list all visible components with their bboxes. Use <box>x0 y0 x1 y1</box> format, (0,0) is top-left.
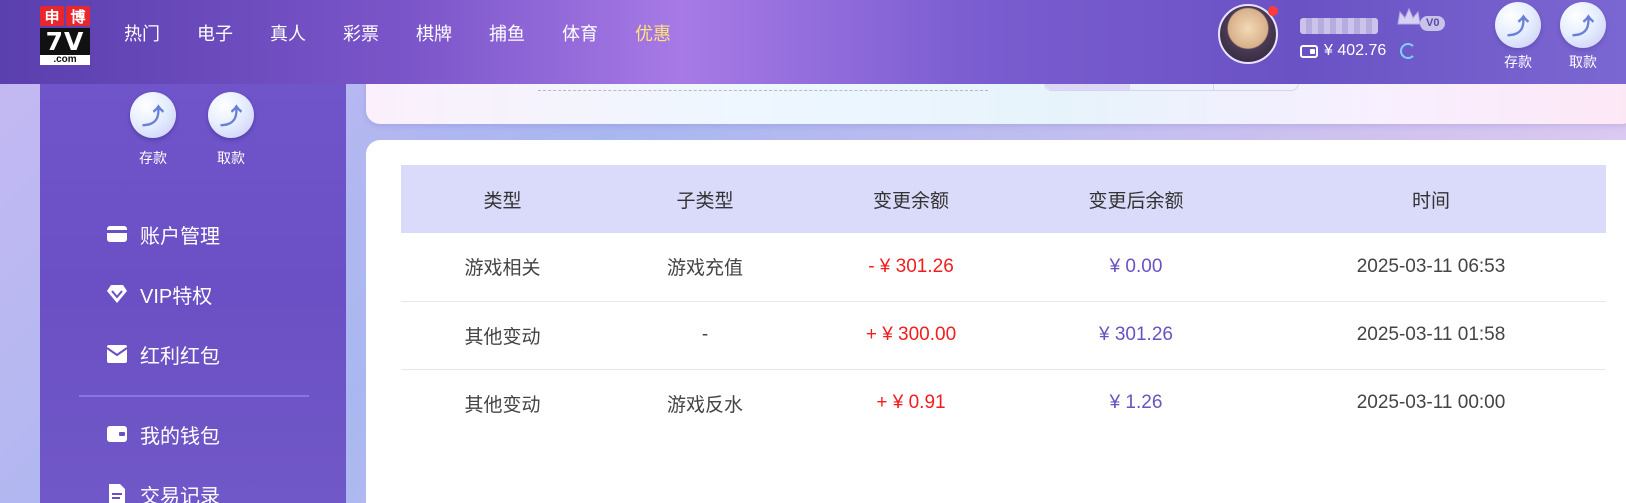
deposit-icon: ⤴ <box>130 92 176 138</box>
nav-promotions[interactable]: 优惠 <box>635 22 671 46</box>
diamond-icon <box>106 283 128 305</box>
sidebar-item-label: 账户管理 <box>140 225 220 248</box>
logo-char-2: 博 <box>66 6 90 26</box>
column-header-subtype: 子类型 <box>676 190 734 212</box>
envelope-icon <box>106 343 128 365</box>
logo-sub: .com <box>40 55 90 65</box>
sidebar-menu: 账户管理 VIP特权 红利红包 <box>106 204 326 384</box>
sidebar-item-bonus[interactable]: 红利红包 <box>106 324 326 384</box>
nav-lottery[interactable]: 彩票 <box>343 22 379 46</box>
sidebar-deposit-label: 存款 <box>139 150 167 166</box>
cell-after: ¥ 1.26 <box>1109 392 1163 414</box>
avatar[interactable] <box>1218 4 1278 64</box>
withdraw-icon: ⤴ <box>1560 2 1606 48</box>
cell-type: 其他变动 <box>464 326 541 348</box>
cell-subtype: - <box>701 324 709 345</box>
column-header-type: 类型 <box>483 190 522 212</box>
sidebar-item-label: VIP特权 <box>140 285 213 308</box>
sidebar-deposit-button[interactable]: ⤴ 存款 <box>130 92 176 168</box>
balance-display: ¥ 402.76 <box>1300 42 1417 60</box>
vip-level-badge: V0 <box>1420 16 1446 31</box>
transactions-card: 类型 子类型 变更余额 变更后余额 时间 游戏相关 游戏充值 - ¥ 301.2… <box>366 140 1626 503</box>
cell-time: 2025-03-11 06:53 <box>1356 255 1506 277</box>
table-row: 其他变动 - + ¥ 300.00 ¥ 301.26 2025-03-11 01… <box>401 301 1606 369</box>
cell-after: ¥ 301.26 <box>1099 324 1173 345</box>
cell-change: + ¥ 0.91 <box>876 392 946 414</box>
cell-time: 2025-03-11 01:58 <box>1356 324 1506 345</box>
sidebar-withdraw-button[interactable]: ⤴ 取款 <box>208 92 254 168</box>
logo-main: 7V <box>40 28 90 55</box>
sidebar-item-label: 我的钱包 <box>140 425 220 448</box>
sidebar-withdraw-label: 取款 <box>217 150 245 166</box>
nav-fishing[interactable]: 捕鱼 <box>489 22 525 46</box>
nav-cards[interactable]: 棋牌 <box>416 22 452 46</box>
column-header-change: 变更余额 <box>872 190 949 212</box>
nav-sports[interactable]: 体育 <box>562 22 598 46</box>
top-header: 申 博 7V .com 热门 电子 真人 彩票 棋牌 捕鱼 体育 优惠 V0 ¥… <box>0 0 1626 84</box>
header-withdraw-button[interactable]: ⤴ 取款 <box>1559 2 1607 72</box>
nav-hot[interactable]: 热门 <box>124 22 160 46</box>
sidebar-item-account[interactable]: 账户管理 <box>106 204 326 264</box>
refresh-icon[interactable] <box>1400 43 1417 59</box>
deposit-icon: ⤴ <box>1495 2 1541 48</box>
sidebar-item-transactions[interactable]: 交易记录 <box>106 464 326 503</box>
nav-slots[interactable]: 电子 <box>197 22 233 46</box>
cell-time: 2025-03-11 00:00 <box>1356 392 1506 414</box>
balance-value: ¥ 402.76 <box>1324 42 1387 59</box>
site-logo[interactable]: 申 博 7V .com <box>40 6 92 65</box>
cell-subtype: 游戏充值 <box>666 258 743 280</box>
wallet-icon <box>1300 44 1318 58</box>
wallet-icon <box>106 423 128 445</box>
document-icon <box>106 483 128 503</box>
card-icon <box>106 223 128 245</box>
notification-dot <box>1268 6 1278 16</box>
main-nav: 热门 电子 真人 彩票 棋牌 捕鱼 体育 优惠 <box>124 22 708 46</box>
column-header-after: 变更后余额 <box>1088 190 1184 212</box>
cell-change: - ¥ 301.26 <box>868 255 954 277</box>
cell-type: 其他变动 <box>464 394 541 416</box>
header-deposit-button[interactable]: ⤴ 存款 <box>1494 2 1542 72</box>
crown-icon <box>1397 7 1421 25</box>
table-header-row: 类型 子类型 变更余额 变更后余额 时间 <box>401 165 1606 233</box>
cell-type: 游戏相关 <box>464 258 541 280</box>
cell-after: ¥ 0.00 <box>1109 255 1163 277</box>
table-row: 游戏相关 游戏充值 - ¥ 301.26 ¥ 0.00 2025-03-11 0… <box>401 233 1606 301</box>
column-header-time: 时间 <box>1411 190 1450 212</box>
menu-divider <box>79 395 309 397</box>
nav-live[interactable]: 真人 <box>270 22 306 46</box>
sidebar-item-label: 交易记录 <box>140 485 220 503</box>
sidebar-item-wallet[interactable]: 我的钱包 <box>106 404 326 464</box>
sidebar-item-vip[interactable]: VIP特权 <box>106 264 326 324</box>
transactions-table: 类型 子类型 变更余额 变更后余额 时间 游戏相关 游戏充值 - ¥ 301.2… <box>401 165 1606 437</box>
withdraw-icon: ⤴ <box>208 92 254 138</box>
header-deposit-label: 存款 <box>1504 54 1532 70</box>
sidebar: ⤴ 存款 ⤴ 取款 账户管理 VIP特权 红利红包 我的钱包 交易记录 <box>40 84 346 503</box>
logo-char-1: 申 <box>40 6 64 26</box>
username-blurred <box>1300 18 1378 34</box>
date-range-underline <box>538 90 988 91</box>
header-withdraw-label: 取款 <box>1569 54 1597 70</box>
cell-subtype: 游戏反水 <box>666 394 743 416</box>
cell-change: + ¥ 300.00 <box>865 324 957 345</box>
sidebar-item-label: 红利红包 <box>140 345 220 368</box>
table-row: 其他变动 游戏反水 + ¥ 0.91 ¥ 1.26 2025-03-11 00:… <box>401 369 1606 437</box>
sidebar-menu-secondary: 我的钱包 交易记录 <box>106 404 326 503</box>
